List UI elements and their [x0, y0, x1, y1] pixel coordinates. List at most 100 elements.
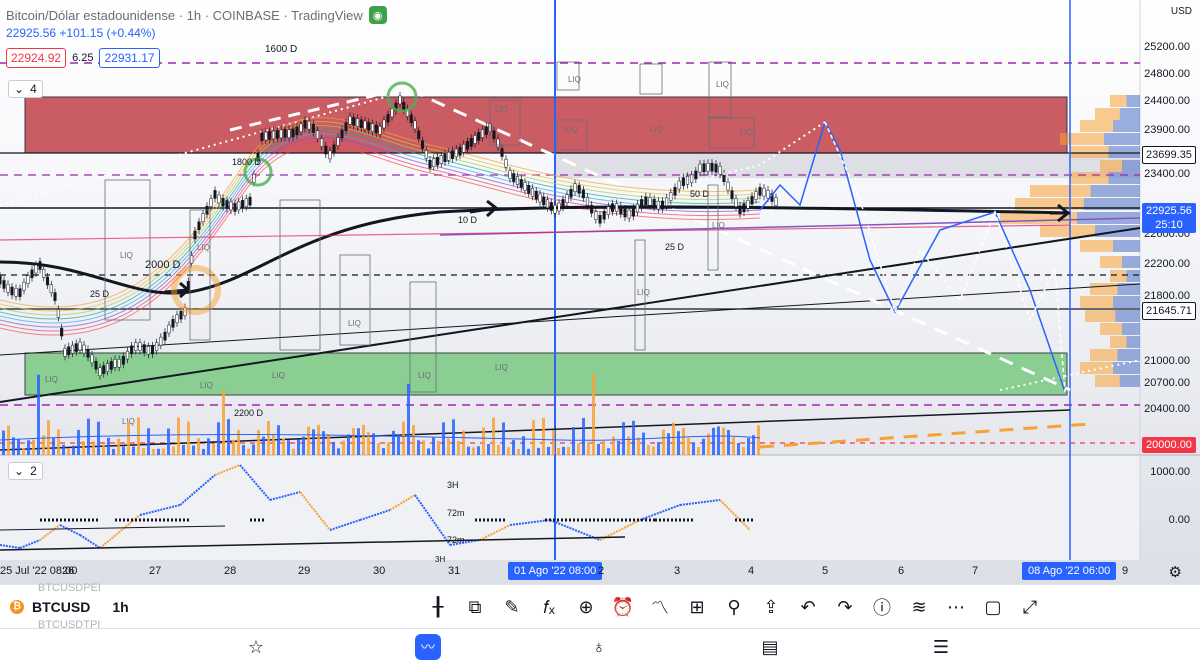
candle-body [420, 140, 425, 149]
indicators-icon[interactable]: 〽 [642, 585, 679, 629]
candle-body [665, 197, 669, 207]
chart-icon[interactable]: 〰 [415, 634, 441, 660]
grey-zone [555, 153, 1140, 178]
liq-label: LIQ [565, 125, 578, 134]
volume-bar [222, 389, 225, 455]
volume-bar [132, 446, 135, 455]
volume-bar [437, 440, 440, 455]
candle-body [299, 123, 303, 133]
price-tick-label: 23900.00 [1144, 124, 1190, 136]
chevron-down-icon[interactable]: ⌄ [14, 82, 24, 96]
candle-body [718, 166, 722, 175]
volume-bar [547, 446, 550, 455]
chevron-down-icon[interactable]: ⌄ [14, 464, 24, 478]
candle-body [500, 148, 504, 157]
volume-bar [277, 425, 280, 455]
info-icon[interactable]: ⓘ [864, 585, 901, 629]
liq-label: LIQ [200, 381, 213, 390]
indicator-pane-badge[interactable]: ⌄ 2 [8, 462, 43, 480]
candle-body [519, 179, 523, 188]
volume-profile-bar [1122, 160, 1140, 172]
volume-bar [577, 443, 580, 455]
price-chart[interactable]: LIQ LIQ LIQ LIQ LIQ LIQ LIQ LIQ LIQ LIQ LIQ LIQ LIQ L… [0, 0, 1200, 584]
volume-profile-bar [1113, 120, 1140, 132]
volume-bar [122, 446, 125, 455]
candle-body [38, 261, 42, 270]
formula-icon[interactable]: 𝑓ₓ [531, 585, 568, 629]
news-icon[interactable]: ▤ [757, 634, 783, 660]
volume-bar [92, 441, 95, 455]
volume-bar [492, 417, 495, 455]
candle-body [606, 206, 610, 215]
indicator-pane-count: 2 [30, 464, 37, 478]
candle-body [631, 207, 635, 217]
time-axis[interactable]: 25 Jul '22 08:00 26 27 28 29 30 31 01 Ago '22 0… [0, 560, 1200, 584]
candle-body [465, 141, 470, 150]
volume-bar [567, 446, 570, 455]
candle-body [413, 120, 417, 130]
ideas-bulb-icon[interactable]: ♁ [586, 634, 612, 660]
volume-bar [472, 447, 475, 455]
liq-label: LIQ [712, 221, 725, 230]
expand-icon[interactable]: ⤢ [1012, 585, 1049, 629]
eye-icon[interactable]: ◉ [368, 6, 387, 24]
share-icon[interactable]: ⇪ [753, 585, 790, 629]
candles-icon[interactable]: ╂ [420, 585, 457, 629]
redo-icon[interactable]: ↷ [827, 585, 864, 629]
volume-bar [477, 446, 480, 455]
liq-label: LIQ [495, 363, 508, 372]
candle-body [271, 130, 276, 140]
liq-label: LIQ [740, 128, 753, 137]
replay-icon[interactable]: ⧉ [457, 585, 494, 629]
price-tick-label: 22200.00 [1144, 258, 1190, 270]
volume-bar [337, 448, 340, 455]
add-icon[interactable]: ⊕ [568, 585, 605, 629]
gear-icon[interactable]: ⚙ [1169, 563, 1182, 581]
candle-body [260, 132, 264, 142]
chart-area[interactable]: LIQ LIQ LIQ LIQ LIQ LIQ LIQ LIQ LIQ LIQ LIQ LIQ LIQ L… [0, 0, 1200, 584]
trend-line [0, 283, 1141, 356]
candle-body [130, 345, 134, 355]
symbol-selector[interactable]: ₿ BTCUSD [10, 599, 90, 615]
toolbar-icons: ╂ ⧉ ✎ 𝑓ₓ ⊕ ⏰ 〽 ⊞ ⚲ ⇪ ↶ ↷ ⓘ ≋ ⋯ ▢ ⤢ [420, 585, 1049, 629]
bid-price[interactable]: 22924.92 [6, 48, 67, 68]
candle-body [244, 198, 248, 207]
star-icon[interactable]: ☆ [243, 634, 269, 660]
volume-bar [652, 446, 655, 455]
volume-bar [552, 430, 555, 455]
volume-bar [57, 429, 60, 455]
volume-profile-bar [1030, 185, 1091, 197]
volume-bar [657, 442, 660, 455]
liq-label: LIQ [637, 288, 650, 297]
candle-body [167, 324, 171, 334]
candle-body [70, 344, 75, 354]
candle-body [240, 200, 245, 209]
candle-body [673, 187, 677, 196]
volume-bar [677, 431, 680, 455]
candle-body [549, 202, 553, 211]
draw-icon[interactable]: ✎ [494, 585, 531, 629]
volume-bar [372, 433, 375, 455]
main-pane-badge[interactable]: ⌄ 4 [8, 80, 43, 98]
more-icon[interactable]: ⋯ [938, 585, 975, 629]
fullscreen-square-icon[interactable]: ▢ [975, 585, 1012, 629]
compare-icon[interactable]: ≋ [901, 585, 938, 629]
timeframe-button[interactable]: 1h [112, 599, 128, 615]
candle-body [6, 284, 10, 293]
undo-icon[interactable]: ↶ [790, 585, 827, 629]
candle-body [534, 190, 538, 200]
ask-price[interactable]: 22931.17 [99, 48, 160, 68]
candle-body [213, 190, 217, 199]
candle-body [656, 200, 660, 210]
candle-body [766, 189, 770, 199]
candle-body [374, 124, 378, 134]
bid-ask[interactable]: 22924.92 6.25 22931.17 [6, 48, 160, 68]
volume-bar [537, 447, 540, 455]
volume-profile-bar [1080, 240, 1113, 252]
layouts-icon[interactable]: ⊞ [679, 585, 716, 629]
time-tick-label: 08 Ago '22 06:00 [1022, 562, 1117, 580]
candle-body [469, 138, 473, 147]
alarm-icon[interactable]: ⏰ [605, 585, 642, 629]
ideas-icon[interactable]: ⚲ [716, 585, 753, 629]
menu-icon[interactable]: ☰ [928, 634, 954, 660]
